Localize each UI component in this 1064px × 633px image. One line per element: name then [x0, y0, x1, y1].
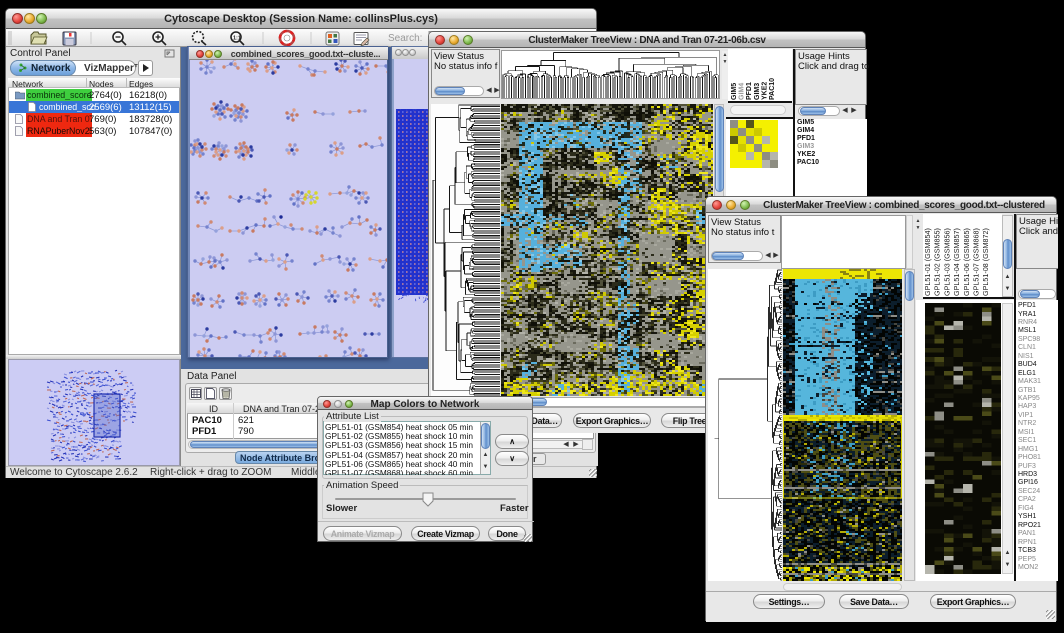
svg-text:GIM3: GIM3 [754, 83, 761, 100]
svg-text:GPL51-02 (GSM855): GPL51-02 (GSM855) [933, 228, 942, 296]
svg-text:GPL51-01 (GSM854): GPL51-01 (GSM854) [923, 228, 932, 296]
svg-text:GPL51-08 (GSM872): GPL51-08 (GSM872) [981, 228, 990, 296]
svg-text:YKE2: YKE2 [761, 82, 768, 100]
svg-text:Search:: Search: [388, 33, 422, 44]
svg-text:1:1: 1:1 [233, 36, 241, 42]
svg-text:GIM5: GIM5 [731, 83, 738, 100]
svg-text:GPL51-03 (GSM856): GPL51-03 (GSM856) [942, 228, 951, 296]
svg-text:PFD1: PFD1 [746, 82, 753, 100]
svg-text:GPL51-06 (GSM865): GPL51-06 (GSM865) [962, 228, 971, 296]
svg-text:GPL51-04 (GSM857): GPL51-04 (GSM857) [952, 228, 961, 296]
svg-text:PAC10: PAC10 [769, 78, 776, 100]
svg-text:GPL51-07 (GSM868): GPL51-07 (GSM868) [972, 228, 981, 296]
svg-text:GIM4: GIM4 [739, 83, 746, 100]
